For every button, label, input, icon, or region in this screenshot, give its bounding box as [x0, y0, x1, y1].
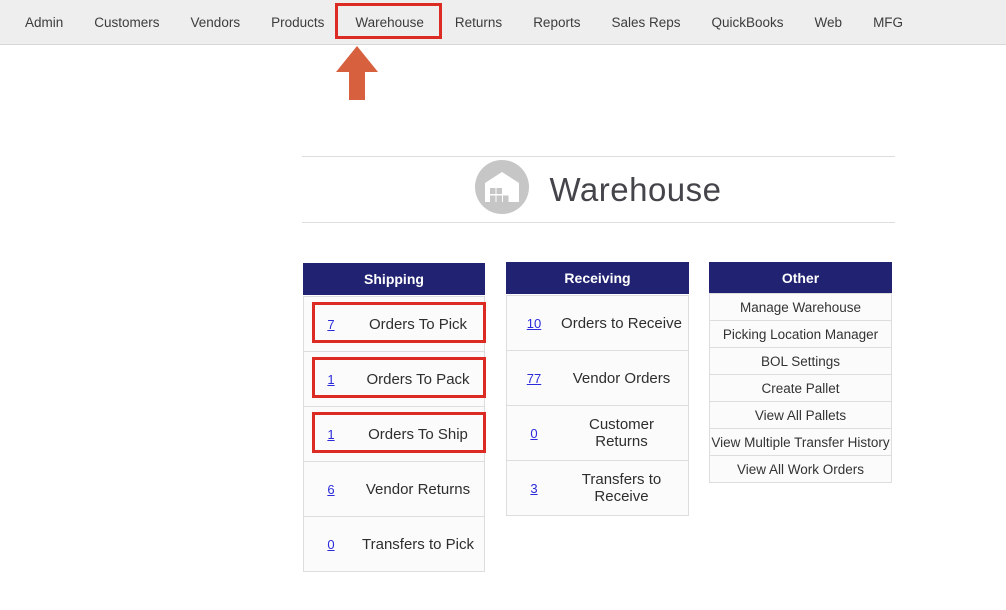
- count-link-vendor-orders[interactable]: 77: [507, 371, 561, 386]
- shipping-column: Shipping 7Orders To Pick1Orders To Pack1…: [303, 263, 485, 572]
- other-header: Other: [709, 262, 892, 294]
- receiving-row-orders-to-receive: 10Orders to Receive: [506, 295, 689, 351]
- count-link-orders-to-pick[interactable]: 7: [304, 317, 358, 332]
- callout-arrow-up-icon: [336, 46, 378, 100]
- receiving-header: Receiving: [506, 262, 689, 294]
- count-link-vendor-returns[interactable]: 6: [304, 482, 358, 497]
- receiving-column: Receiving 10Orders to Receive77Vendor Or…: [506, 262, 689, 516]
- nav-item-customers[interactable]: Customers: [94, 15, 159, 30]
- other-rows: Manage WarehousePicking Location Manager…: [709, 293, 892, 483]
- page-title: Warehouse: [549, 171, 721, 209]
- row-label: Transfers to Pick: [358, 536, 484, 553]
- row-label: Orders To Pick: [358, 316, 484, 333]
- page-title-band: Warehouse: [302, 156, 895, 223]
- shipping-row-orders-to-pack: 1Orders To Pack: [303, 351, 485, 407]
- shipping-rows: 7Orders To Pick1Orders To Pack1Orders To…: [303, 296, 485, 572]
- nav-item-web[interactable]: Web: [815, 15, 843, 30]
- nav-item-products[interactable]: Products: [271, 15, 324, 30]
- nav-item-vendors[interactable]: Vendors: [191, 15, 241, 30]
- nav-item-admin[interactable]: Admin: [25, 15, 63, 30]
- row-label: Transfers to Receive: [561, 471, 688, 505]
- nav-item-sales-reps[interactable]: Sales Reps: [611, 15, 680, 30]
- nav-item-warehouse[interactable]: Warehouse: [355, 15, 424, 30]
- nav-item-mfg[interactable]: MFG: [873, 15, 903, 30]
- top-nav: Admin Customers Vendors Products Warehouse Re…: [0, 0, 1006, 45]
- other-link-view-multiple-transfer-history[interactable]: View Multiple Transfer History: [709, 428, 892, 456]
- receiving-row-customer-returns: 0Customer Returns: [506, 405, 689, 461]
- count-link-transfers-to-pick[interactable]: 0: [304, 537, 358, 552]
- nav-item-reports[interactable]: Reports: [533, 15, 580, 30]
- other-link-create-pallet[interactable]: Create Pallet: [709, 374, 892, 402]
- shipping-header: Shipping: [303, 263, 485, 295]
- other-link-view-all-pallets[interactable]: View All Pallets: [709, 401, 892, 429]
- other-link-view-all-work-orders[interactable]: View All Work Orders: [709, 455, 892, 483]
- row-label: Orders to Receive: [561, 315, 688, 332]
- shipping-row-orders-to-ship: 1Orders To Ship: [303, 406, 485, 462]
- count-link-transfers-to-receive[interactable]: 3: [507, 481, 561, 496]
- other-link-bol-settings[interactable]: BOL Settings: [709, 347, 892, 375]
- nav-item-returns[interactable]: Returns: [455, 15, 502, 30]
- count-link-customer-returns[interactable]: 0: [507, 426, 561, 441]
- shipping-row-orders-to-pick: 7Orders To Pick: [303, 296, 485, 352]
- row-label: Vendor Orders: [561, 370, 688, 387]
- other-column: Other Manage WarehousePicking Location M…: [709, 262, 892, 483]
- row-label: Vendor Returns: [358, 481, 484, 498]
- count-link-orders-to-receive[interactable]: 10: [507, 316, 561, 331]
- receiving-rows: 10Orders to Receive77Vendor Orders0Custo…: [506, 295, 689, 516]
- warehouse-icon: [475, 160, 529, 219]
- count-link-orders-to-ship[interactable]: 1: [304, 427, 358, 442]
- shipping-row-transfers-to-pick: 0Transfers to Pick: [303, 516, 485, 572]
- count-link-orders-to-pack[interactable]: 1: [304, 372, 358, 387]
- receiving-row-transfers-to-receive: 3Transfers to Receive: [506, 460, 689, 516]
- row-label: Customer Returns: [561, 416, 688, 450]
- row-label: Orders To Ship: [358, 426, 484, 443]
- shipping-row-vendor-returns: 6Vendor Returns: [303, 461, 485, 517]
- warehouse-dashboard: Admin Customers Vendors Products Warehouse Re…: [0, 0, 1006, 610]
- other-link-picking-location-manager[interactable]: Picking Location Manager: [709, 320, 892, 348]
- nav-item-quickbooks[interactable]: QuickBooks: [712, 15, 784, 30]
- receiving-row-vendor-orders: 77Vendor Orders: [506, 350, 689, 406]
- row-label: Orders To Pack: [358, 371, 484, 388]
- other-link-manage-warehouse[interactable]: Manage Warehouse: [709, 293, 892, 321]
